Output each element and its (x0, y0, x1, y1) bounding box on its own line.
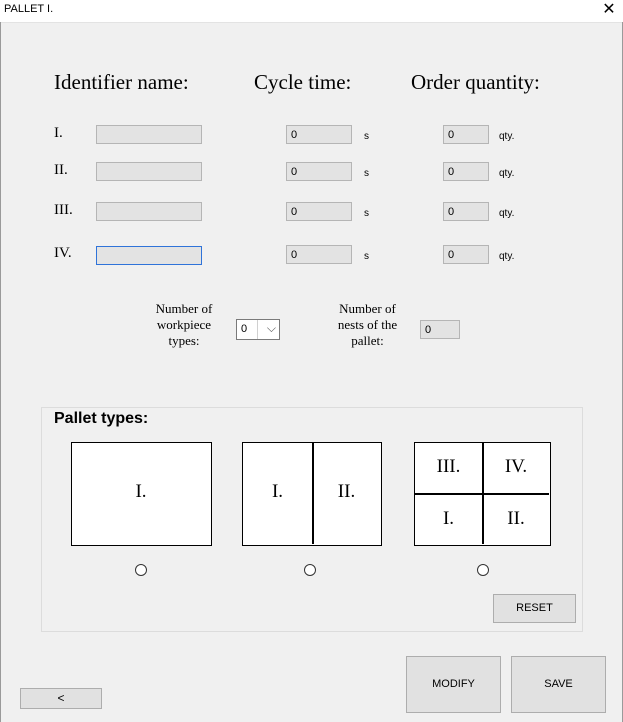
pallet-type-quad[interactable]: III. IV. I. II. (414, 442, 551, 546)
order-quantity-header: Order quantity: (411, 70, 540, 94)
pallet-type-single-radio[interactable] (135, 564, 147, 576)
row-label-4: IV. (54, 245, 72, 261)
pallet-type-quad-radio[interactable] (477, 564, 489, 576)
qty-unit-4: qty. (499, 251, 515, 262)
cycle-time-input-4[interactable]: 0 (286, 245, 352, 264)
nests-label: Number of nests of the pallet: (337, 301, 398, 348)
close-icon[interactable]: ✕ (599, 0, 619, 20)
cycle-unit-2: s (364, 168, 369, 179)
pallet-type-double-radio[interactable] (304, 564, 316, 576)
identifier-input-3[interactable] (96, 202, 202, 221)
cycle-time-input-1[interactable]: 0 (286, 125, 352, 144)
identifier-header: Identifier name: (54, 70, 189, 94)
window-title: PALLET I. (4, 3, 54, 15)
cycle-unit-4: s (364, 251, 369, 262)
chevron-down-icon[interactable]: ⌵ (267, 321, 276, 336)
row-label-3: III. (54, 202, 73, 218)
order-qty-input-4[interactable]: 0 (443, 245, 489, 264)
qty-unit-1: qty. (499, 131, 515, 142)
identifier-input-2[interactable] (96, 162, 202, 181)
pallet-types-title: Pallet types: (52, 410, 151, 428)
reset-button[interactable]: RESET (493, 594, 576, 623)
nest-label: I. (271, 481, 284, 502)
nest-label: IV. (504, 456, 528, 477)
workpiece-types-label: Number of workpiece types: (155, 301, 213, 348)
nest-label: I. (442, 508, 455, 529)
window-border-left (0, 22, 1, 722)
row-label-1: I. (54, 125, 63, 141)
identifier-input-4[interactable] (96, 246, 202, 265)
nest-label: I. (135, 481, 147, 502)
save-button[interactable]: SAVE (511, 656, 606, 713)
back-button[interactable]: < (20, 688, 102, 709)
modify-button[interactable]: MODIFY (406, 656, 501, 713)
nests-input[interactable]: 0 (420, 320, 460, 339)
pallet-type-double[interactable]: I. II. (242, 442, 382, 546)
title-bar: PALLET I. ✕ (0, 0, 623, 23)
nest-label: II. (507, 508, 525, 529)
cycle-unit-3: s (364, 208, 369, 219)
nest-label: III. (436, 456, 461, 477)
workpiece-types-select[interactable]: 0 ⌵ (236, 319, 280, 340)
order-qty-input-3[interactable]: 0 (443, 202, 489, 221)
cycle-time-input-2[interactable]: 0 (286, 162, 352, 181)
cycle-time-input-3[interactable]: 0 (286, 202, 352, 221)
order-qty-input-1[interactable]: 0 (443, 125, 489, 144)
cycle-unit-1: s (364, 131, 369, 142)
identifier-input-1[interactable] (96, 125, 202, 144)
qty-unit-2: qty. (499, 168, 515, 179)
qty-unit-3: qty. (499, 208, 515, 219)
cycle-time-header: Cycle time: (254, 70, 352, 94)
pallet-type-single[interactable]: I. (71, 442, 212, 546)
order-qty-input-2[interactable]: 0 (443, 162, 489, 181)
nest-label: II. (337, 481, 356, 502)
row-label-2: II. (54, 162, 68, 178)
workpiece-types-value: 0 (241, 323, 248, 335)
